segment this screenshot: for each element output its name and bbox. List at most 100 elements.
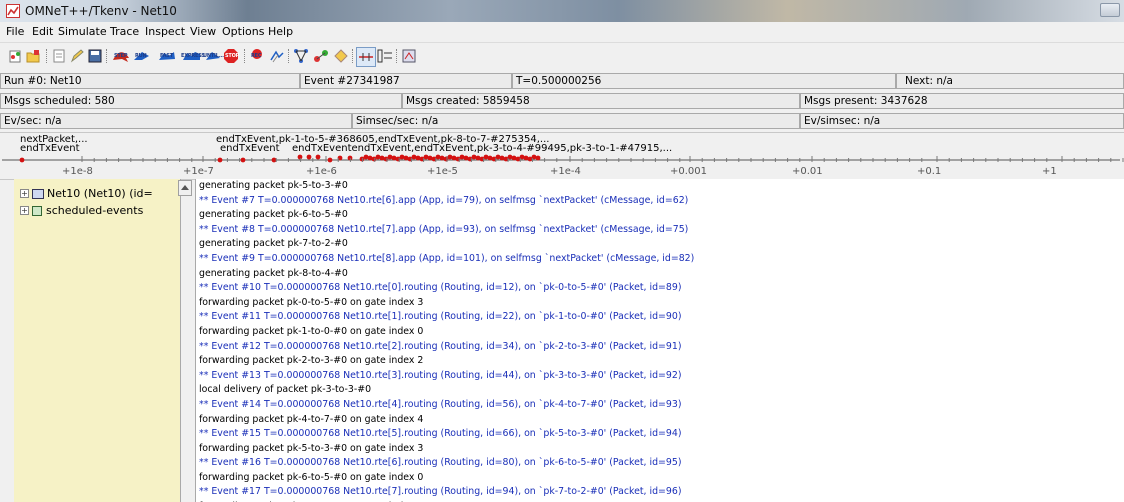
timeline-tick-label: +1e-4 — [550, 166, 581, 177]
edit-icon[interactable] — [68, 47, 86, 65]
timeline-tick-label: +1e-7 — [183, 166, 214, 177]
log-event-line: ** Event #9 T=0.000000768 Net10.rte[8].a… — [199, 252, 695, 264]
timeline-event-marker[interactable] — [423, 154, 429, 160]
timeline-event-marker[interactable] — [327, 157, 333, 163]
timeline-event-marker[interactable] — [415, 155, 421, 161]
menu-help[interactable]: Help — [268, 25, 293, 38]
timeline-tick-label: +0.001 — [670, 166, 708, 177]
timeline-event-marker[interactable] — [459, 154, 465, 160]
timeline-tick-label: +0.1 — [917, 166, 942, 177]
simulation-time: T=0.500000256 — [512, 73, 896, 89]
timeline-event-marker[interactable] — [487, 155, 493, 161]
log-info-line: local delivery of packet pk-3-to-3-#0 — [199, 384, 372, 396]
menu-simulate[interactable]: Simulate — [58, 25, 107, 38]
find-icon[interactable] — [268, 47, 286, 65]
msgs-scheduled: Msgs scheduled: 580 — [0, 93, 402, 109]
menu-options[interactable]: Options — [222, 25, 264, 38]
timeline-tick-label: +1e-5 — [427, 166, 458, 177]
timeline-event-marker[interactable] — [451, 155, 457, 161]
tree-item-net10[interactable]: + Net10 (Net10) (id= — [20, 187, 153, 200]
timeline-event-marker[interactable] — [375, 154, 381, 160]
timeline-event-marker[interactable] — [511, 155, 517, 161]
menu-inspect[interactable]: Inspect — [145, 25, 185, 38]
events-per-simsec: Ev/simsec: n/a — [800, 113, 1124, 129]
toolbar-separator — [288, 49, 290, 63]
until-label: UNTIL... — [203, 53, 224, 59]
log-event-line: ** Event #11 T=0.000000768 Net10.rte[1].… — [199, 311, 682, 323]
queue-icon — [32, 205, 42, 216]
timeline-event-marker[interactable] — [379, 155, 385, 161]
timeline-event-marker[interactable] — [240, 157, 246, 163]
filter-icon[interactable] — [312, 47, 330, 65]
module-icon — [32, 188, 44, 199]
timeline-event-marker[interactable] — [297, 154, 303, 160]
tree-item-label: Net10 (Net10) (id= — [47, 187, 153, 200]
toolbar-separator — [396, 49, 398, 63]
timeline-event-marker[interactable] — [271, 157, 277, 163]
log-event-line: ** Event #12 T=0.000000768 Net10.rte[2].… — [199, 340, 682, 352]
timeline-event-marker[interactable] — [387, 154, 393, 160]
timeline-event-marker[interactable] — [367, 155, 373, 161]
timeline-event-marker[interactable] — [495, 154, 501, 160]
timeline-event-marker[interactable] — [403, 155, 409, 161]
zoom-icon[interactable] — [400, 47, 418, 65]
log-event-line: ** Event #16 T=0.000000768 Net10.rte[6].… — [199, 457, 682, 469]
save-icon[interactable] — [86, 47, 104, 65]
tree-toggle-icon[interactable] — [376, 47, 394, 65]
timeline-tick-label: +1 — [1042, 166, 1057, 177]
timeline-event-marker[interactable] — [471, 154, 477, 160]
timeline-event-marker[interactable] — [463, 155, 469, 161]
timeline-event-marker[interactable] — [315, 154, 321, 160]
timeline-event-marker[interactable] — [427, 155, 433, 161]
timeline-event-marker[interactable] — [535, 155, 541, 161]
timeline-event-marker[interactable] — [217, 157, 223, 163]
timeline-event-marker[interactable] — [399, 154, 405, 160]
open-network-icon[interactable] — [24, 47, 42, 65]
log-info-line: forwarding packet pk-6-to-5-#0 on gate i… — [199, 471, 424, 483]
timeline-event-marker[interactable] — [439, 155, 445, 161]
timeline-event-marker[interactable] — [411, 154, 417, 160]
timeline-toggle-icon[interactable] — [356, 47, 376, 67]
timeline-event-marker[interactable] — [363, 154, 369, 160]
status-row-2: Msgs scheduled: 580 Msgs created: 585945… — [0, 92, 1124, 112]
toolbar: STEP RUN FAST EXPRESS UNTIL... STOP REC — [0, 43, 1124, 70]
timeline-event-marker[interactable] — [447, 154, 453, 160]
timeline-event-marker[interactable] — [475, 155, 481, 161]
timeline-event-marker[interactable] — [391, 155, 397, 161]
menu-file[interactable]: File — [6, 25, 24, 38]
event-log[interactable]: generating packet pk-5-to-3-#0 ** Event #… — [195, 179, 1124, 502]
menu-trace[interactable]: Trace — [110, 25, 139, 38]
event-number: Event #27341987 — [300, 73, 512, 89]
tree-item-scheduled-events[interactable]: + scheduled-events — [20, 204, 143, 217]
timeline-event-marker[interactable] — [483, 154, 489, 160]
timeline-event-marker[interactable] — [19, 157, 25, 163]
expand-icon[interactable]: + — [20, 206, 29, 215]
event-timeline[interactable]: nextPacket,... endTxEvent endTxEvent,pk-… — [0, 132, 1124, 180]
window-control-button[interactable] — [1100, 3, 1120, 17]
menu-edit[interactable]: Edit — [32, 25, 53, 38]
debug-icon[interactable] — [332, 47, 350, 65]
status-row-3: Ev/sec: n/a Simsec/sec: n/a Ev/simsec: n… — [0, 112, 1124, 132]
load-ned-icon[interactable] — [50, 47, 68, 65]
run-status: Run #0: Net10 — [0, 73, 300, 89]
tree-scroll-up-button[interactable] — [178, 180, 192, 196]
timeline-tick-label: +1e-6 — [306, 166, 337, 177]
msgs-present: Msgs present: 3437628 — [800, 93, 1124, 109]
timeline-event-marker[interactable] — [523, 155, 529, 161]
window-title: OMNeT++/Tkenv - Net10 — [25, 4, 177, 18]
new-network-icon[interactable] — [6, 47, 24, 65]
timeline-event-marker[interactable] — [435, 154, 441, 160]
log-info-line: forwarding packet pk-4-to-7-#0 on gate i… — [199, 413, 424, 425]
timeline-event-marker[interactable] — [499, 155, 505, 161]
next-event: Next: n/a — [896, 73, 1124, 89]
network-icon[interactable] — [292, 47, 310, 65]
expand-icon[interactable]: + — [20, 189, 29, 198]
run-label: RUN — [135, 53, 147, 59]
stop-label: STOP — [225, 53, 240, 59]
log-event-line: ** Event #13 T=0.000000768 Net10.rte[3].… — [199, 369, 682, 381]
log-event-line: ** Event #10 T=0.000000768 Net10.rte[0].… — [199, 282, 682, 294]
object-tree-panel[interactable]: + Net10 (Net10) (id= + scheduled-events — [14, 179, 192, 502]
menu-view[interactable]: View — [190, 25, 216, 38]
log-info-line: forwarding packet pk-1-to-0-#0 on gate i… — [199, 325, 424, 337]
timeline-event-marker[interactable] — [306, 154, 312, 160]
